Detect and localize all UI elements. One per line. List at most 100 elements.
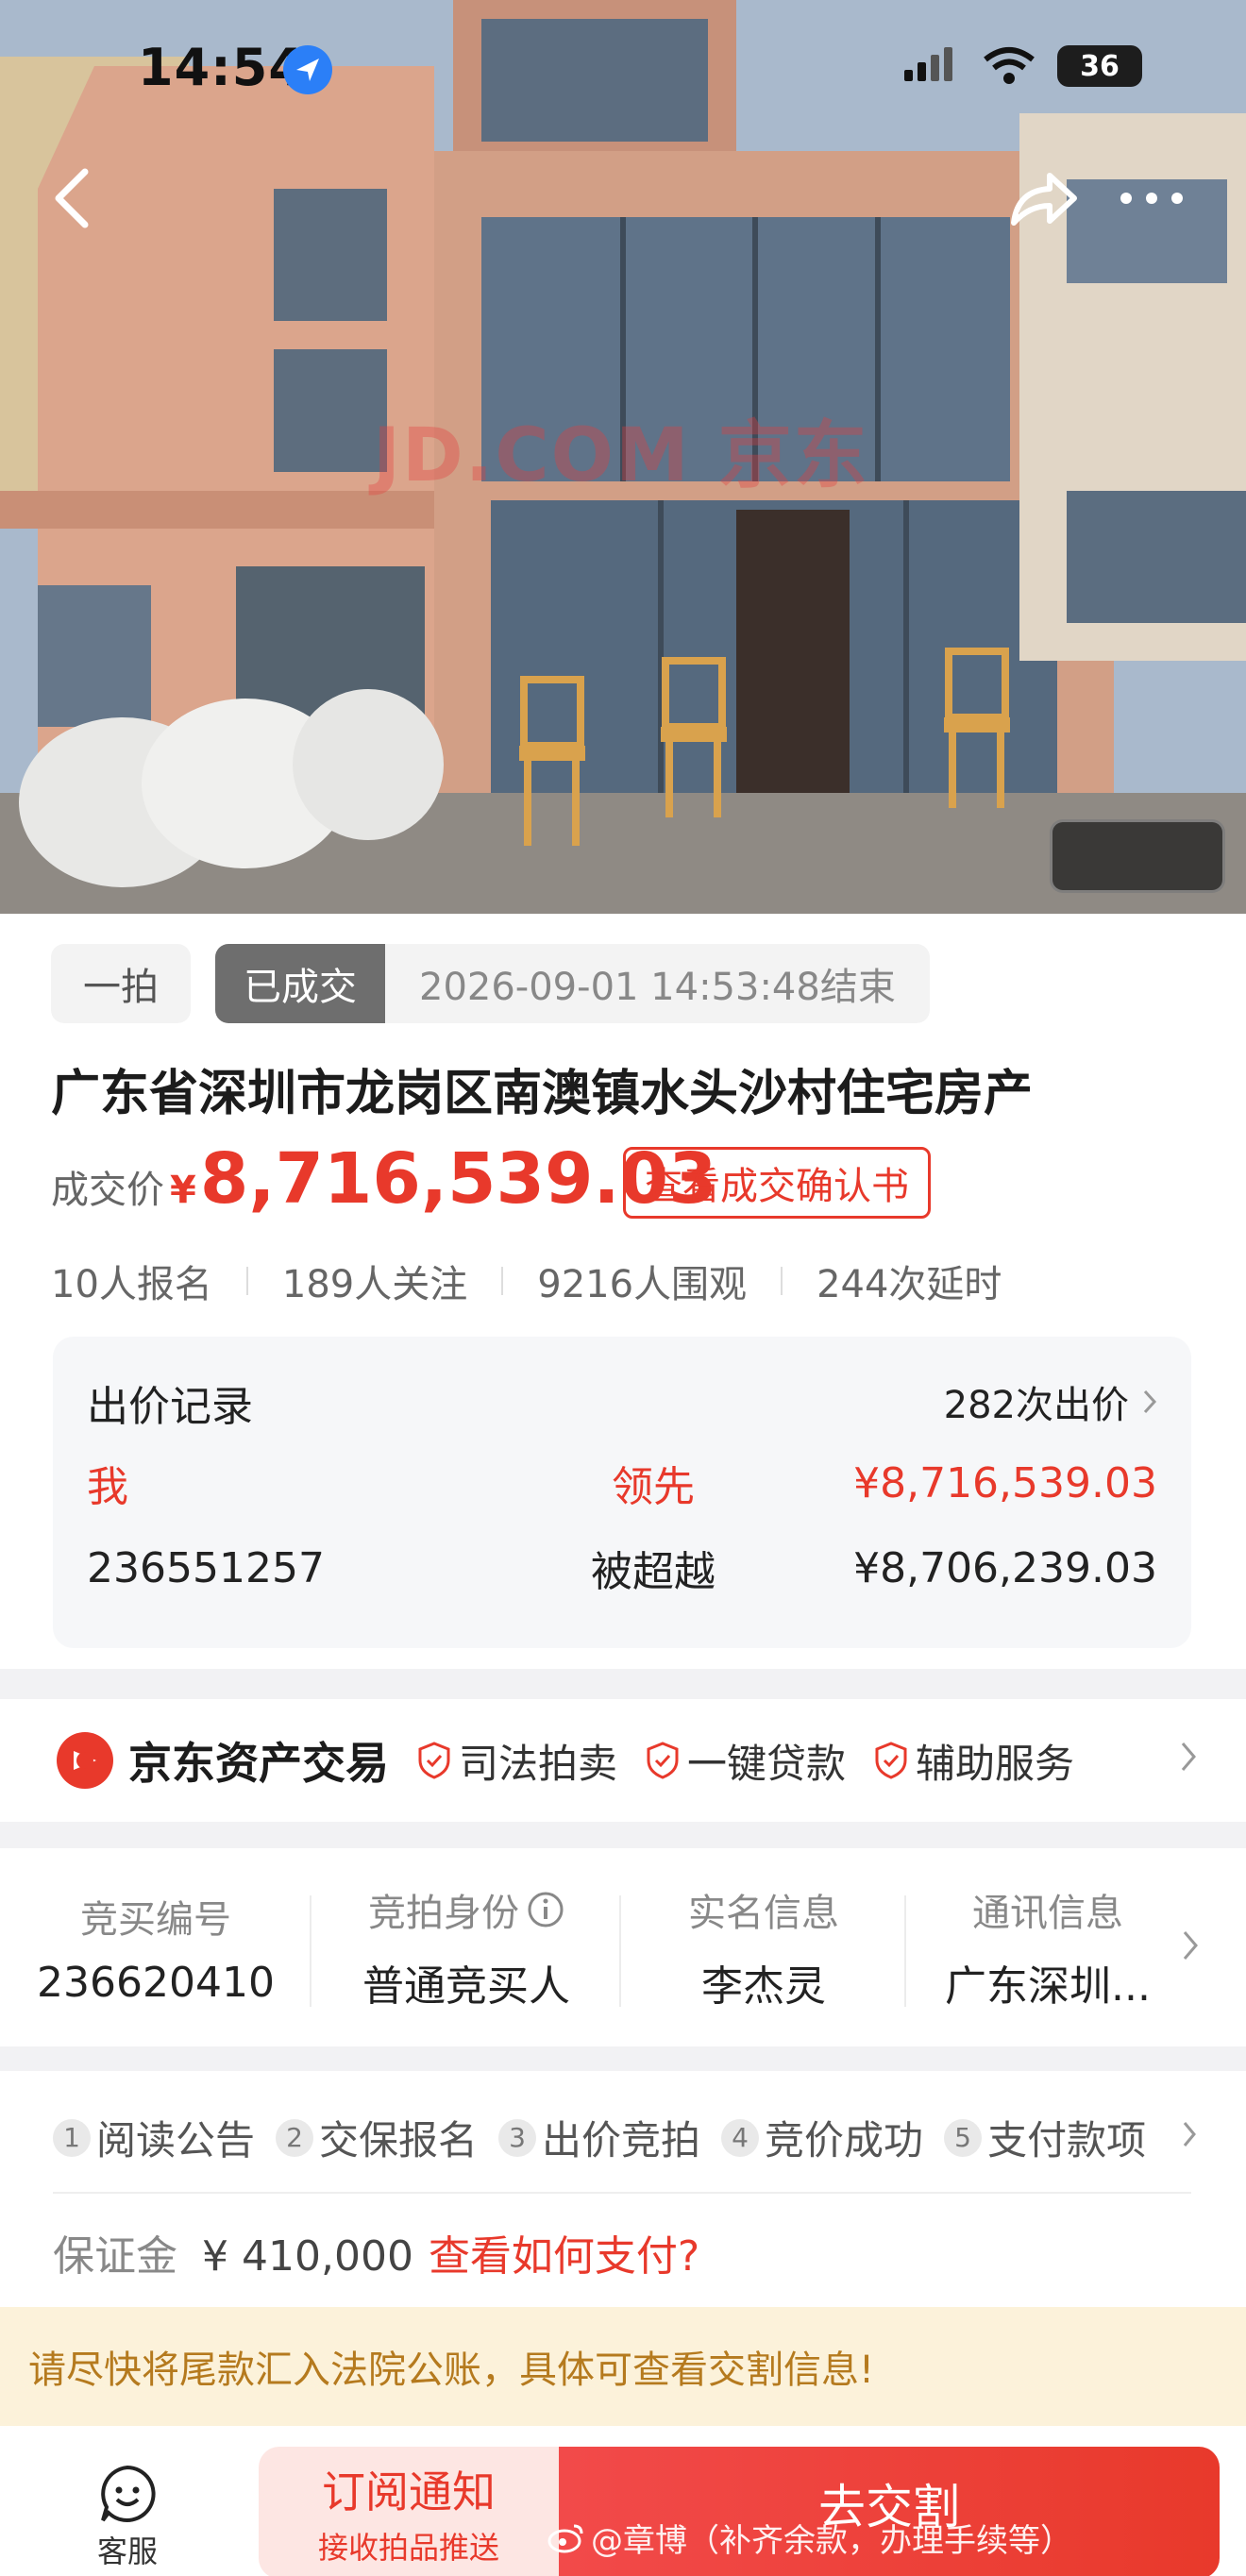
view-confirmation-button[interactable]: 查看成交确认书 (623, 1147, 931, 1219)
step-label: 支付款项 (987, 2117, 1147, 2164)
more-icon (1120, 193, 1183, 204)
back-button[interactable] (34, 160, 109, 236)
subscribe-subtitle: 接收拍品推送 (317, 2530, 499, 2566)
signal-icon (904, 47, 952, 81)
perk-service: 辅助服务 (874, 1732, 1074, 1790)
info-icon[interactable] (527, 1891, 564, 1928)
step-2: 2 交保报名 (276, 2109, 478, 2166)
bid-bidder: 我 (87, 1463, 128, 1511)
bid-count: 282次出价 (943, 1384, 1129, 1427)
bid-row-outbid: 236551257 被超越 ¥8,706,239.03 (87, 1535, 1157, 1601)
bid-status: 领先 (612, 1463, 695, 1511)
stat-extensions: 244次延时 (817, 1263, 1002, 1306)
price-currency: ¥ (170, 1169, 196, 1212)
property-title: 广东省深圳市龙岗区南澳镇水头沙村住宅房产 (51, 1066, 1034, 1122)
stat-viewers: 9216人围观 (537, 1263, 748, 1306)
auction-status-tag: 已成交 (215, 944, 385, 1023)
bid-bidder: 236551257 (87, 1543, 325, 1592)
image-watermark: JD.COM 京东 (373, 413, 869, 498)
step-number: 2 (276, 2118, 314, 2157)
perk-label: 一键贷款 (687, 1740, 847, 1787)
bid-records-title: 出价记录 (87, 1383, 253, 1431)
chevron-right-icon (1183, 1931, 1198, 1960)
bidder-realname-label: 实名信息 (688, 1892, 839, 1935)
wifi-icon (984, 47, 1035, 84)
process-card: 1 阅读公告 2 交保报名 3 出价竞拍 4 竞价成功 5 支付款项 保证金 ¥ 410,… (0, 2071, 1246, 2307)
battery-icon: 36 (1057, 45, 1142, 87)
customer-service-button[interactable]: 客服 (85, 2464, 170, 2571)
chevron-right-icon (1181, 1743, 1196, 1771)
shield-check-icon (418, 1742, 450, 1779)
chevron-right-icon (1183, 2122, 1196, 2147)
image-counter-badge[interactable] (1050, 819, 1225, 893)
auction-info-card: 一拍 已成交 2026-09-01 14:53:48结束 广东省深圳市龙岗区南澳… (0, 914, 1246, 1669)
platform-bar[interactable]: 京东资产交易 司法拍卖 一键贷款 辅助服务 (0, 1699, 1246, 1822)
subscribe-title: 订阅通知 (322, 2467, 496, 2517)
stat-divider (781, 1267, 783, 1295)
bid-count-link[interactable]: 282次出价 (944, 1374, 1157, 1429)
step-label: 交保报名 (319, 2117, 479, 2164)
customer-service-label: 客服 (96, 2534, 158, 2569)
stat-followers: 189人关注 (281, 1263, 468, 1306)
share-icon (1011, 173, 1077, 226)
auction-tags: 一拍 已成交 2026-09-01 14:53:48结束 (51, 944, 930, 1023)
bid-amount: ¥8,716,539.03 (853, 1458, 1157, 1507)
bidder-contact-value: 广东深圳... (945, 1962, 1151, 2011)
bid-records-panel[interactable]: 出价记录 282次出价 我 领先 ¥8,716,539.03 236551257… (53, 1337, 1191, 1648)
step-number: 3 (498, 2118, 537, 2157)
bidder-identity: 竞拍身份 普通竞买人 (312, 1848, 621, 2046)
property-photo[interactable]: JD.COM 京东 14:54 36 (0, 0, 1246, 914)
smiley-chat-icon (101, 2465, 156, 2522)
status-time: 14:54 (138, 38, 305, 97)
bidder-number-label: 竞买编号 (80, 1897, 231, 1942)
step-label: 出价竞拍 (542, 2117, 701, 2164)
bidder-info[interactable]: 竞买编号 236620410 竞拍身份 普通竞买人 实名信息 李杰灵 通讯信息 … (0, 1848, 1246, 2046)
stat-divider (245, 1267, 248, 1295)
weibo-watermark: @章博（补齐余款，办理手续等） (547, 2515, 1072, 2561)
bottom-action-bar: 客服 订阅通知 接收拍品推送 去交割 @章博（补齐余款，办理手续等） (0, 2426, 1246, 2576)
shield-check-icon (647, 1742, 679, 1779)
process-steps[interactable]: 1 阅读公告 2 交保报名 3 出价竞拍 4 竞价成功 5 支付款项 (53, 2109, 1167, 2166)
bid-amount: ¥8,706,239.03 (853, 1543, 1157, 1592)
bid-status: 被超越 (591, 1548, 716, 1596)
step-number: 4 (721, 2118, 760, 2157)
status-icons: 36 (904, 45, 1142, 87)
auction-end-time: 2026-09-01 14:53:48结束 (385, 944, 930, 1023)
bidder-contact-label: 通讯信息 (972, 1892, 1123, 1935)
price-label: 成交价 (51, 1169, 164, 1212)
bidder-contact: 通讯信息 广东深圳... (906, 1848, 1189, 2046)
deposit-row: 保证金 ¥ 410,000 查看如何支付? (53, 2222, 699, 2282)
divider (53, 2192, 1191, 2194)
bidder-realname-value: 李杰灵 (701, 1962, 826, 2011)
platform-name: 京东资产交易 (128, 1738, 389, 1789)
bidder-identity-value: 普通竞买人 (362, 1962, 570, 2011)
step-3: 3 出价竞拍 (498, 2109, 700, 2166)
payment-notice: 请尽快将尾款汇入法院公账，具体可查看交割信息! (0, 2307, 1246, 2426)
bidder-number: 竞买编号 236620410 (0, 1848, 312, 2046)
location-arrow-icon (283, 45, 332, 94)
subscribe-button[interactable]: 订阅通知 接收拍品推送 (259, 2447, 559, 2576)
chevron-right-icon (1143, 1389, 1157, 1414)
jd-logo-icon (57, 1732, 113, 1789)
deposit-value: ¥ 410,000 (202, 2232, 413, 2281)
deal-price: 成交价 ¥ 8,716,539.03 (51, 1138, 717, 1220)
step-number: 5 (944, 2118, 983, 2157)
weibo-watermark-text: @章博（补齐余款，办理手续等） (591, 2522, 1072, 2560)
step-4: 4 竞价成功 (721, 2109, 923, 2166)
stat-registered: 10人报名 (51, 1263, 212, 1306)
bid-row-leading: 我 领先 ¥8,716,539.03 (87, 1450, 1157, 1516)
perk-loan: 一键贷款 (646, 1732, 846, 1790)
more-button[interactable] (1114, 160, 1189, 236)
bidder-realname: 实名信息 李杰灵 (621, 1848, 906, 2046)
step-number: 1 (53, 2118, 91, 2157)
share-button[interactable] (1006, 160, 1082, 236)
step-label: 竞价成功 (765, 2117, 924, 2164)
how-to-pay-link[interactable]: 查看如何支付? (429, 2222, 699, 2282)
chevron-left-icon (55, 168, 89, 228)
step-label: 阅读公告 (96, 2117, 256, 2164)
auction-stats: 10人报名 189人关注 9216人围观 244次延时 (51, 1254, 1002, 1308)
step-1: 1 阅读公告 (53, 2109, 255, 2166)
status-bar: 14:54 36 (0, 0, 1246, 142)
stat-divider (501, 1267, 504, 1295)
bidder-identity-text: 竞拍身份 (368, 1892, 519, 1935)
